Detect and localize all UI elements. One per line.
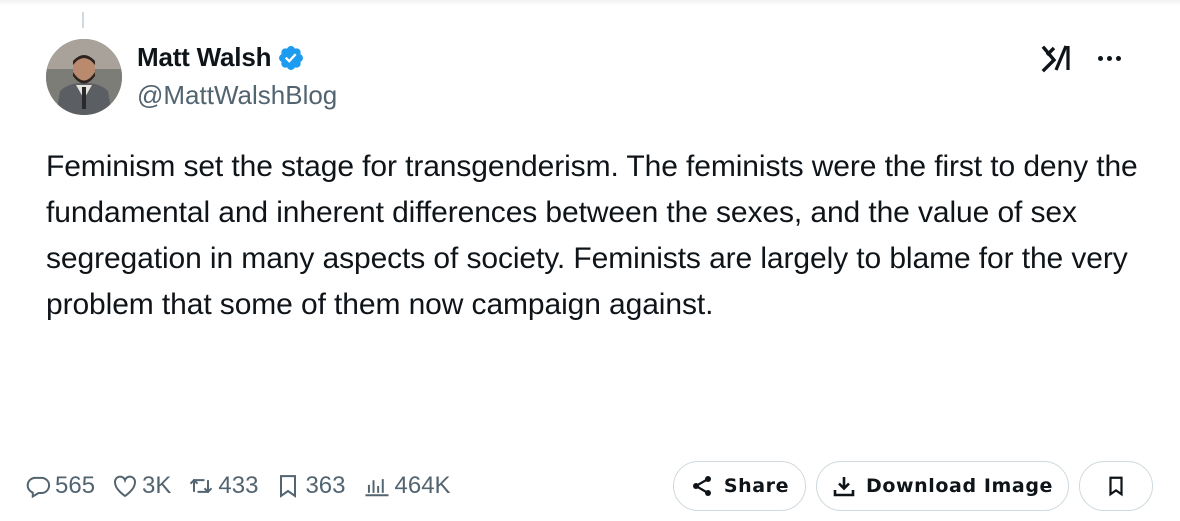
bookmark-button[interactable] [1079,461,1153,511]
bookmark-icon [1109,476,1123,497]
heart-icon [114,475,136,498]
author-name-row: Matt Walsh [137,42,305,73]
download-icon [833,477,855,497]
share-button[interactable]: Share [673,461,806,511]
repost-icon [190,478,213,494]
thread-connector-line [82,12,84,28]
views-metric[interactable]: 464K [362,472,451,500]
reply-metric[interactable]: 565 [24,472,95,500]
more-options-icon[interactable] [1093,46,1125,70]
tweet-text: Feminism set the stage for transgenderis… [46,150,1138,321]
verified-badge-icon [277,44,305,72]
share-label: Share [723,475,790,497]
reply-icon [26,476,50,499]
author-handle[interactable]: @MattWalshBlog [137,80,337,111]
bookmark-count: 363 [305,472,346,499]
bookmark-outline-icon [280,475,297,498]
bookmark-metric[interactable]: 363 [274,472,346,500]
views-count: 464K [394,472,451,499]
avatar[interactable] [46,39,122,115]
x-logo-icon[interactable] [1040,40,1076,76]
repost-metric[interactable]: 433 [187,472,258,500]
like-metric[interactable]: 3K [111,472,171,500]
download-image-button[interactable]: Download Image [816,461,1069,511]
reply-count: 565 [55,472,96,499]
like-count: 3K [142,472,172,499]
download-label: Download Image [865,475,1054,497]
analytics-icon [364,479,389,497]
engagement-bar: 565 3K 433 363 464K [24,468,467,504]
tweet-card: Matt Walsh @MattWalshBlog Feminism set t… [0,0,1180,521]
avatar-photo-icon [46,39,122,115]
repost-count: 433 [218,472,259,499]
author-display-name[interactable]: Matt Walsh [137,42,271,73]
share-icon [692,476,711,496]
top-fade [0,0,1180,6]
